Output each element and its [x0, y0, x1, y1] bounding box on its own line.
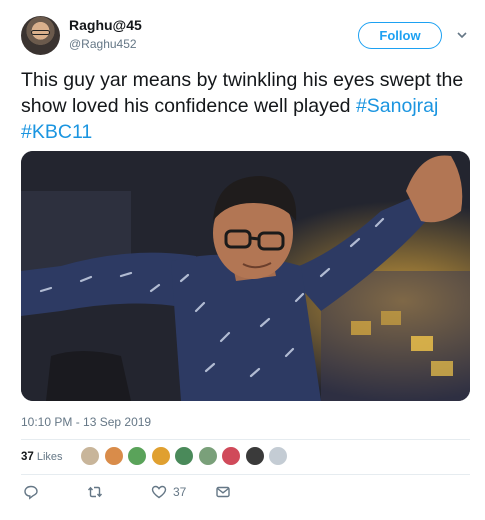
message-icon [216, 486, 230, 498]
liker-avatar[interactable] [174, 446, 194, 466]
divider [21, 439, 470, 440]
liker-avatar[interactable] [221, 446, 241, 466]
likes-count: 37 [21, 451, 34, 463]
reply-icon [24, 485, 38, 500]
hashtag-sanojraj[interactable]: #Sanojraj [356, 95, 438, 117]
direct-message-button[interactable] [215, 484, 231, 500]
divider [21, 474, 470, 475]
tweet-timestamp[interactable]: 10:10 PM - 13 Sep 2019 [21, 415, 151, 429]
media-scene [21, 151, 470, 401]
reply-button[interactable] [23, 484, 39, 500]
liker-avatar[interactable] [268, 446, 288, 466]
like-icon [151, 485, 167, 499]
hashtag-kbc11[interactable]: #KBC11 [21, 121, 92, 143]
liker-avatar[interactable] [103, 446, 124, 466]
author-handle[interactable]: @Raghu452 [69, 37, 137, 51]
liker-avatars [80, 446, 292, 466]
author-avatar[interactable] [21, 16, 60, 55]
tweet-text: This guy yar means by twinkling his eyes… [21, 67, 466, 145]
liker-avatar[interactable] [244, 446, 265, 466]
like-button[interactable]: 37 [151, 484, 186, 500]
liker-avatar[interactable] [197, 446, 218, 466]
retweet-icon [87, 486, 103, 498]
avatar-glasses [31, 30, 50, 35]
follow-button[interactable]: Follow [358, 22, 442, 49]
chevron-down-icon[interactable] [455, 28, 469, 42]
liker-avatar[interactable] [80, 446, 100, 466]
retweet-button[interactable] [87, 484, 103, 500]
likes-label: Likes [36, 451, 63, 463]
like-count: 37 [173, 485, 187, 499]
liker-avatar[interactable] [150, 446, 171, 466]
tweet-media-image[interactable] [21, 151, 470, 401]
likes-summary[interactable]: 37 Likes [21, 451, 63, 463]
liker-avatar[interactable] [127, 446, 147, 466]
author-display-name[interactable]: Raghu@45 [69, 17, 142, 33]
